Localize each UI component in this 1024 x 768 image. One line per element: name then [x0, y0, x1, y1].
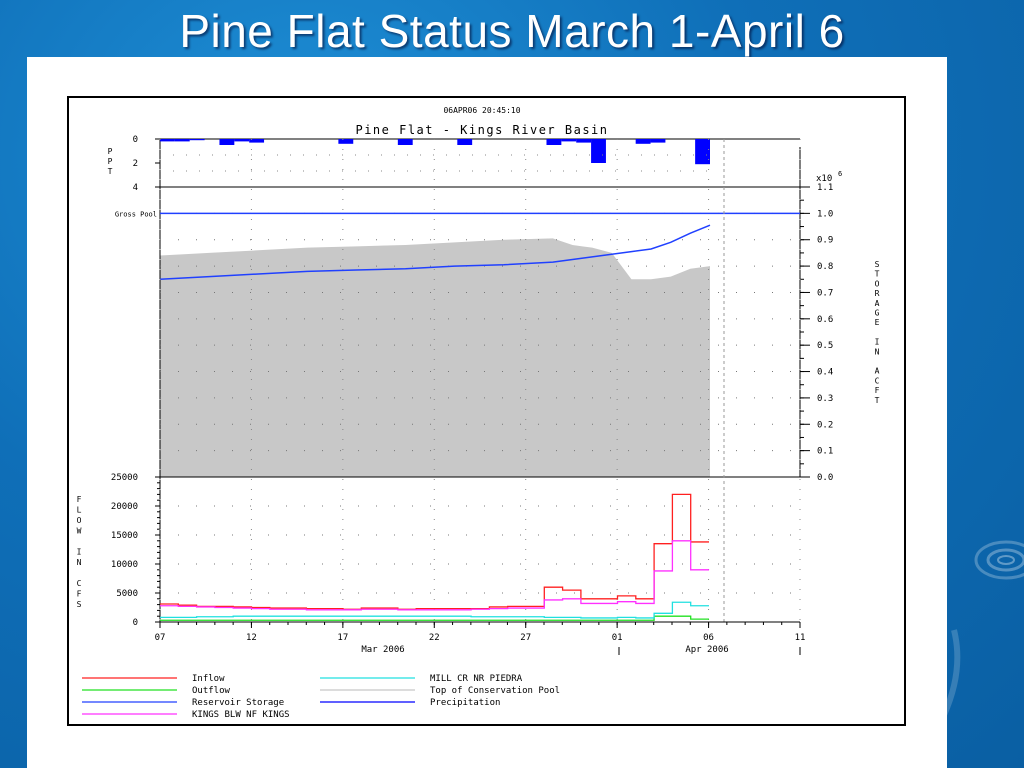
- axis-letter: S: [77, 600, 82, 609]
- flow-x-tick-label: 07: [155, 633, 166, 643]
- storage-tick-label: 0.4: [817, 368, 833, 378]
- flow-x-tick-label: 17: [337, 633, 348, 643]
- flow-tick-label: 0: [133, 618, 138, 628]
- chart-svg: 06APR06 20:45:10 Pine Flat - Kings River…: [67, 96, 906, 726]
- flow-tick-label: 25000: [111, 473, 138, 483]
- precip-bar: [650, 139, 666, 143]
- svg-text:P: P: [108, 157, 113, 166]
- axis-letter: O: [875, 279, 880, 288]
- legend-label: Top of Conservation Pool: [430, 686, 560, 696]
- precip-bar: [546, 139, 562, 145]
- axis-letter: W: [77, 527, 82, 536]
- flow-x-tick-label: 06: [703, 633, 714, 643]
- axis-letter: O: [77, 516, 82, 525]
- precip-bar: [234, 139, 250, 142]
- flow-x-tick-label: 01: [612, 633, 623, 643]
- storage-tick-label: 1.1: [817, 183, 833, 193]
- axis-letter: F: [77, 495, 82, 504]
- axis-letter: G: [875, 309, 880, 318]
- chart-timestamp: 06APR06 20:45:10: [443, 106, 520, 115]
- precip-bar: [219, 139, 235, 145]
- axis-letter: L: [77, 506, 82, 515]
- x-month-label: Mar 2006: [361, 645, 404, 655]
- precip-bar: [397, 139, 413, 145]
- axis-letter: A: [875, 299, 880, 308]
- legend-label: KINGS BLW NF KINGS: [192, 710, 290, 720]
- legend-label: MILL CR NR PIEDRA: [430, 674, 523, 684]
- axis-letter: E: [875, 318, 880, 327]
- legend: Inflow MILL CR NR PIEDRA Outflow Top of Con…: [82, 674, 560, 720]
- axis-letter: T: [875, 396, 880, 405]
- storage-axis-label: STORAGE IN ACFT: [875, 260, 880, 405]
- chart-title: Pine Flat - Kings River Basin: [355, 123, 608, 137]
- axis-letter: C: [875, 376, 880, 385]
- slide-title: Pine Flat Status March 1-April 6: [179, 5, 845, 57]
- multiplier-exponent: 6: [838, 170, 842, 178]
- flow-tick-label: 5000: [116, 589, 138, 599]
- axis-letter: S: [875, 260, 880, 269]
- storage-tick-label: 0.1: [817, 447, 833, 457]
- precip-bar: [576, 139, 592, 143]
- svg-text:P: P: [108, 147, 113, 156]
- precip-bar: [189, 139, 205, 141]
- storage-tick-label: 0.6: [817, 315, 833, 325]
- storage-tick-label: 0.3: [817, 394, 833, 404]
- axis-letter: N: [77, 558, 82, 567]
- flow-x-tick-label: 22: [429, 633, 440, 643]
- flow-axis-label: FLOW IN CFS: [77, 495, 82, 609]
- axis-letter: T: [875, 270, 880, 279]
- flow-tick-label: 20000: [111, 502, 138, 512]
- flow-series-line: [160, 493, 709, 610]
- svg-text:T: T: [108, 167, 113, 176]
- ppt-axis-label: P P T: [108, 147, 113, 176]
- storage-tick-label: 0.5: [817, 341, 833, 351]
- precip-bar: [174, 139, 190, 142]
- precip-tick-label: 4: [133, 183, 138, 193]
- precip-tick-label: 2: [133, 159, 138, 169]
- flow-x-tick-label: 11: [795, 633, 806, 643]
- precip-bar: [160, 139, 175, 142]
- axis-letter: I: [875, 338, 880, 347]
- precip-bar: [338, 139, 354, 144]
- flow-x-tick-label: 12: [246, 633, 257, 643]
- storage-tick-label: 0.7: [817, 288, 833, 298]
- precipitation-panel: 0 2 4: [133, 135, 800, 193]
- legend-label: Inflow: [192, 674, 225, 684]
- precip-bar: [635, 139, 651, 144]
- precip-bar: [457, 139, 473, 145]
- gross-pool-label: Gross Pool: [115, 210, 157, 218]
- flow-x-tick-label: 27: [520, 633, 531, 643]
- storage-tick-label: 1.0: [817, 209, 833, 219]
- chart-panel: 06APR06 20:45:10 Pine Flat - Kings River…: [27, 57, 947, 768]
- legend-label: Outflow: [192, 686, 231, 696]
- storage-tick-label: 0.2: [817, 420, 833, 430]
- storage-panel: 0.0 0.1 0.2 0.3 0.4 0.5 0.6 0.7 0.8 0.9 1.0 1.1 Gros…: [115, 139, 833, 625]
- storage-tick-label: 0.8: [817, 262, 833, 272]
- storage-tick-label: 0.9: [817, 236, 833, 246]
- decorative-ripple: [941, 540, 1024, 717]
- precip-bar: [591, 139, 606, 163]
- precip-bar: [695, 139, 710, 165]
- axis-letter: N: [875, 347, 880, 356]
- flow-tick-label: 15000: [111, 531, 138, 541]
- axis-letter: I: [77, 548, 82, 557]
- storage-tick-label: 0.0: [817, 473, 833, 483]
- axis-letter: C: [77, 579, 82, 588]
- axis-letter: R: [875, 289, 880, 298]
- legend-label: Reservoir Storage: [192, 698, 284, 708]
- axis-letter: F: [77, 590, 82, 599]
- flow-tick-label: 10000: [111, 560, 138, 570]
- axis-letter: A: [875, 367, 880, 376]
- precip-bar: [561, 139, 577, 142]
- precip-tick-label: 0: [133, 135, 138, 145]
- legend-label: Precipitation: [430, 698, 500, 708]
- axis-letter: F: [875, 386, 880, 395]
- x-month-label: Apr 2006: [685, 645, 728, 655]
